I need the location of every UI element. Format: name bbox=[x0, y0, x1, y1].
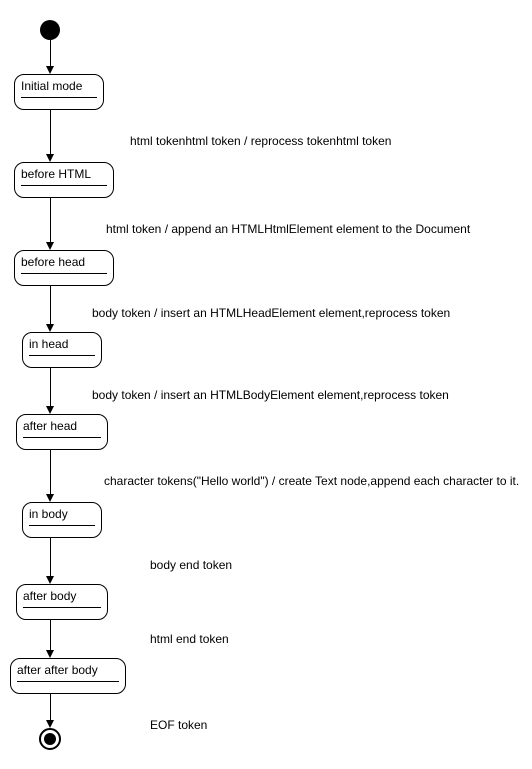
state-diagram: Initial mode html tokenhtml token / repr… bbox=[0, 0, 532, 769]
edge-in-head-to-after-head bbox=[50, 368, 51, 406]
edge-label: body token / insert an HTMLBodyElement e… bbox=[92, 388, 449, 402]
state-label: after body bbox=[23, 589, 101, 603]
arrow-head-icon bbox=[46, 650, 54, 658]
state-label: in head bbox=[29, 337, 95, 351]
state-compartment bbox=[29, 525, 95, 535]
state-compartment bbox=[23, 607, 101, 617]
state-after-after-body: after after body bbox=[10, 658, 126, 694]
edge-start-to-initial bbox=[50, 40, 51, 66]
arrow-head-icon bbox=[46, 324, 54, 332]
state-in-head: in head bbox=[22, 332, 102, 368]
state-label: Initial mode bbox=[21, 79, 97, 93]
state-label: before HTML bbox=[21, 167, 107, 181]
edge-in-body-to-after-body bbox=[50, 538, 51, 576]
state-compartment bbox=[21, 273, 107, 283]
arrow-head-icon bbox=[46, 66, 54, 74]
state-in-body: in body bbox=[22, 502, 102, 538]
final-state-node bbox=[39, 728, 61, 750]
state-compartment bbox=[29, 355, 95, 365]
arrow-head-icon bbox=[46, 242, 54, 250]
edge-label: body end token bbox=[150, 558, 232, 572]
state-label: after after body bbox=[17, 663, 119, 677]
state-label: after head bbox=[23, 419, 101, 433]
state-before-html: before HTML bbox=[14, 162, 114, 198]
edge-after-after-body-to-final bbox=[50, 694, 51, 720]
edge-after-body-to-after-after-body bbox=[50, 620, 51, 650]
state-compartment bbox=[17, 681, 119, 691]
edge-label: html end token bbox=[150, 632, 229, 646]
state-compartment bbox=[21, 185, 107, 195]
arrow-head-icon bbox=[46, 406, 54, 414]
edge-label: EOF token bbox=[150, 718, 207, 732]
arrow-head-icon bbox=[46, 154, 54, 162]
edge-label: html tokenhtml token / reprocess tokenht… bbox=[130, 134, 391, 148]
edge-before-html-to-before-head bbox=[50, 198, 51, 242]
edge-initial-to-before-html bbox=[50, 110, 51, 154]
arrow-head-icon bbox=[46, 720, 54, 728]
state-label: before head bbox=[21, 255, 107, 269]
state-after-body: after body bbox=[16, 584, 108, 620]
arrow-head-icon bbox=[46, 576, 54, 584]
edge-after-head-to-in-body bbox=[50, 450, 51, 494]
state-after-head: after head bbox=[16, 414, 108, 450]
state-before-head: before head bbox=[14, 250, 114, 286]
arrow-head-icon bbox=[46, 494, 54, 502]
edge-label: body token / insert an HTMLHeadElement e… bbox=[92, 306, 450, 320]
state-compartment bbox=[23, 437, 101, 447]
edge-label: html token / append an HTMLHtmlElement e… bbox=[106, 222, 470, 236]
state-initial-mode: Initial mode bbox=[14, 74, 104, 110]
edge-before-head-to-in-head bbox=[50, 286, 51, 324]
initial-state-node bbox=[40, 20, 60, 40]
edge-label: character tokens("Hello world") / create… bbox=[104, 474, 519, 488]
state-compartment bbox=[21, 97, 97, 107]
state-label: in body bbox=[29, 507, 95, 521]
